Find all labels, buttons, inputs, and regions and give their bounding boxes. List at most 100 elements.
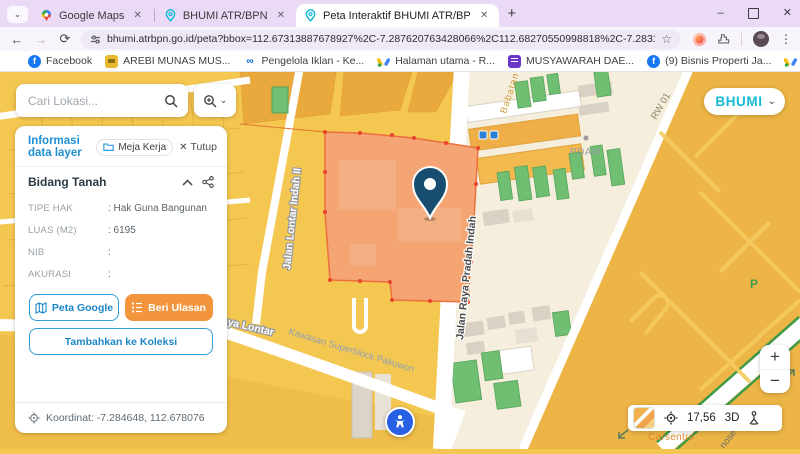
meta-icon: ∞	[243, 55, 256, 68]
field-value: :	[108, 269, 111, 280]
field-value: : Hak Guna Bangunan	[108, 203, 207, 214]
locate-icon[interactable]	[664, 411, 678, 425]
zoom-out-button[interactable]: −	[760, 369, 790, 394]
bookmark-halaman-utama-1[interactable]: Halaman utama - R...	[377, 55, 495, 68]
panel-header: Informasi data layer Meja Kerja ✕ Tutup	[15, 126, 227, 167]
search-input[interactable]	[26, 93, 158, 109]
bookmark-label: MUSYAWARAH DAE...	[526, 55, 634, 67]
pegman-icon[interactable]	[748, 411, 760, 425]
advanced-search-button[interactable]: ⌄	[194, 84, 236, 117]
section-header: Bidang Tanah	[15, 167, 227, 195]
field-label: AKURASI	[28, 269, 108, 280]
browser-menu-icon[interactable]: ⋮	[780, 32, 792, 46]
restore-button[interactable]	[748, 8, 759, 19]
tab-close-icon[interactable]: ✕	[130, 10, 144, 22]
section-title: Bidang Tanah	[28, 175, 182, 189]
reload-button[interactable]: ⟳	[54, 31, 76, 47]
bhumi-logo: BHUMI	[715, 94, 762, 109]
tab-search-button[interactable]: ⌄	[7, 6, 28, 23]
google-map-label: Peta Google	[52, 302, 113, 314]
close-window-button[interactable]: ✕	[783, 8, 792, 19]
tab-title: BHUMI ATR/BPN	[183, 10, 268, 22]
crosshair-icon	[28, 412, 40, 424]
close-icon: ✕	[179, 142, 187, 153]
url-text: bhumi.atrbpn.go.id/peta?bbox=112.6731388…	[107, 33, 655, 45]
google-ads-icon	[784, 55, 797, 68]
facebook-icon: f	[28, 55, 41, 68]
window-controls: – ✕	[718, 0, 792, 26]
accessibility-button[interactable]	[385, 407, 415, 437]
bhumi-logo-button[interactable]: BHUMI ⌄	[704, 88, 785, 115]
pdam-marker	[584, 136, 589, 141]
field-list: TIPE HAK : Hak Guna Bangunan LUAS (M2) :…	[15, 195, 227, 285]
share-icon[interactable]	[202, 176, 214, 188]
layer-info-panel: Informasi data layer Meja Kerja ✕ Tutup …	[15, 126, 227, 433]
field-row: NIB :	[28, 241, 214, 263]
search-box[interactable]	[16, 84, 188, 117]
basemap-thumbnail[interactable]	[633, 407, 655, 429]
address-bar[interactable]: bhumi.atrbpn.go.id/peta?bbox=112.6731388…	[81, 30, 681, 49]
tab-close-icon[interactable]: ✕	[477, 10, 491, 22]
search-icon[interactable]	[164, 94, 178, 108]
tab-title: Peta Interaktif BHUMI ATR/BPN	[323, 10, 471, 22]
bookmark-star-icon[interactable]: ☆	[661, 32, 672, 46]
site-settings-icon[interactable]	[90, 34, 101, 45]
new-tab-button[interactable]: +	[507, 5, 516, 22]
close-label: Tutup	[191, 141, 217, 153]
forward-button[interactable]: →	[30, 32, 52, 47]
bookmark-halaman-utama-2[interactable]: Halaman utama - R...	[784, 55, 800, 68]
coordinates-text: Koordinat: -7.284648, 112.678076	[46, 412, 205, 424]
chevron-up-icon[interactable]	[182, 179, 193, 186]
minimize-button[interactable]: –	[718, 8, 724, 19]
panel-title: Informasi data layer	[28, 135, 90, 159]
google-maps-favicon	[40, 9, 53, 22]
review-button[interactable]: Beri Ulasan	[125, 294, 213, 321]
bhumi-favicon	[304, 9, 317, 22]
back-button[interactable]: ←	[6, 32, 28, 47]
building-green	[272, 87, 288, 113]
bookmark-label: Halaman utama - R...	[395, 55, 495, 67]
field-label: TIPE HAK	[28, 203, 108, 214]
tab-strip: ⌄ Google Maps ✕ BHUMI ATR/BPN ✕ Peta Int…	[0, 0, 800, 27]
parking-label: P	[750, 277, 758, 291]
tab-close-icon[interactable]: ✕	[274, 10, 288, 22]
field-value: :	[108, 247, 111, 258]
zoom-level: 17,56	[687, 412, 716, 424]
field-label: NIB	[28, 247, 108, 258]
bookmark-label: Facebook	[46, 55, 92, 67]
close-panel-button[interactable]: ✕ Tutup	[179, 141, 217, 153]
action-buttons: Peta Google Beri Ulasan	[15, 285, 227, 321]
musyawarah-icon	[508, 55, 521, 68]
tab-peta-interaktif[interactable]: Peta Interaktif BHUMI ATR/BPN ✕	[296, 4, 499, 27]
extension-orange-icon[interactable]	[693, 33, 706, 46]
tab-title: Google Maps	[59, 10, 124, 22]
zoom-control: + −	[760, 345, 790, 393]
extensions-icon[interactable]	[717, 33, 730, 46]
tab-google-maps[interactable]: Google Maps ✕	[32, 4, 153, 27]
google-ads-icon	[377, 55, 390, 68]
chevron-down-icon[interactable]: ⌄	[768, 96, 776, 107]
toolbar-right: ⋮	[693, 31, 792, 47]
bookmarks-bar: f Facebook AREBI MUNAS MUS... ∞ Pengelol…	[0, 51, 800, 72]
field-row: AKURASI :	[28, 263, 214, 285]
workspace-button[interactable]: Meja Kerja	[96, 139, 173, 156]
pdam-label: PDAM	[570, 147, 601, 158]
zoom-in-button[interactable]: +	[760, 345, 790, 369]
bookmark-bisnis-properti[interactable]: f (9) Bisnis Properti Ja...	[647, 55, 771, 68]
tab-bhumi[interactable]: BHUMI ATR/BPN ✕	[156, 4, 296, 27]
add-to-collection-button[interactable]: Tambahkan ke Koleksi	[29, 328, 213, 355]
review-list-icon	[132, 302, 143, 313]
browser-toolbar: ← → ⟳ bhumi.atrbpn.go.id/peta?bbox=112.6…	[0, 27, 800, 51]
mode-3d-button[interactable]: 3D	[725, 412, 740, 424]
bookmark-arebi[interactable]: AREBI MUNAS MUS...	[105, 55, 230, 68]
bookmark-facebook[interactable]: f Facebook	[28, 55, 92, 68]
bookmark-musyawarah[interactable]: MUSYAWARAH DAE...	[508, 55, 634, 68]
field-label: LUAS (M2)	[28, 225, 108, 236]
map-toolbar: 17,56 3D	[628, 405, 782, 431]
bookmark-pengelola-iklan[interactable]: ∞ Pengelola Iklan - Ke...	[243, 55, 364, 68]
facebook-icon: f	[647, 55, 660, 68]
profile-avatar[interactable]	[753, 31, 769, 47]
google-map-button[interactable]: Peta Google	[29, 294, 119, 321]
folder-icon	[103, 142, 114, 152]
collection-label: Tambahkan ke Koleksi	[65, 336, 177, 348]
